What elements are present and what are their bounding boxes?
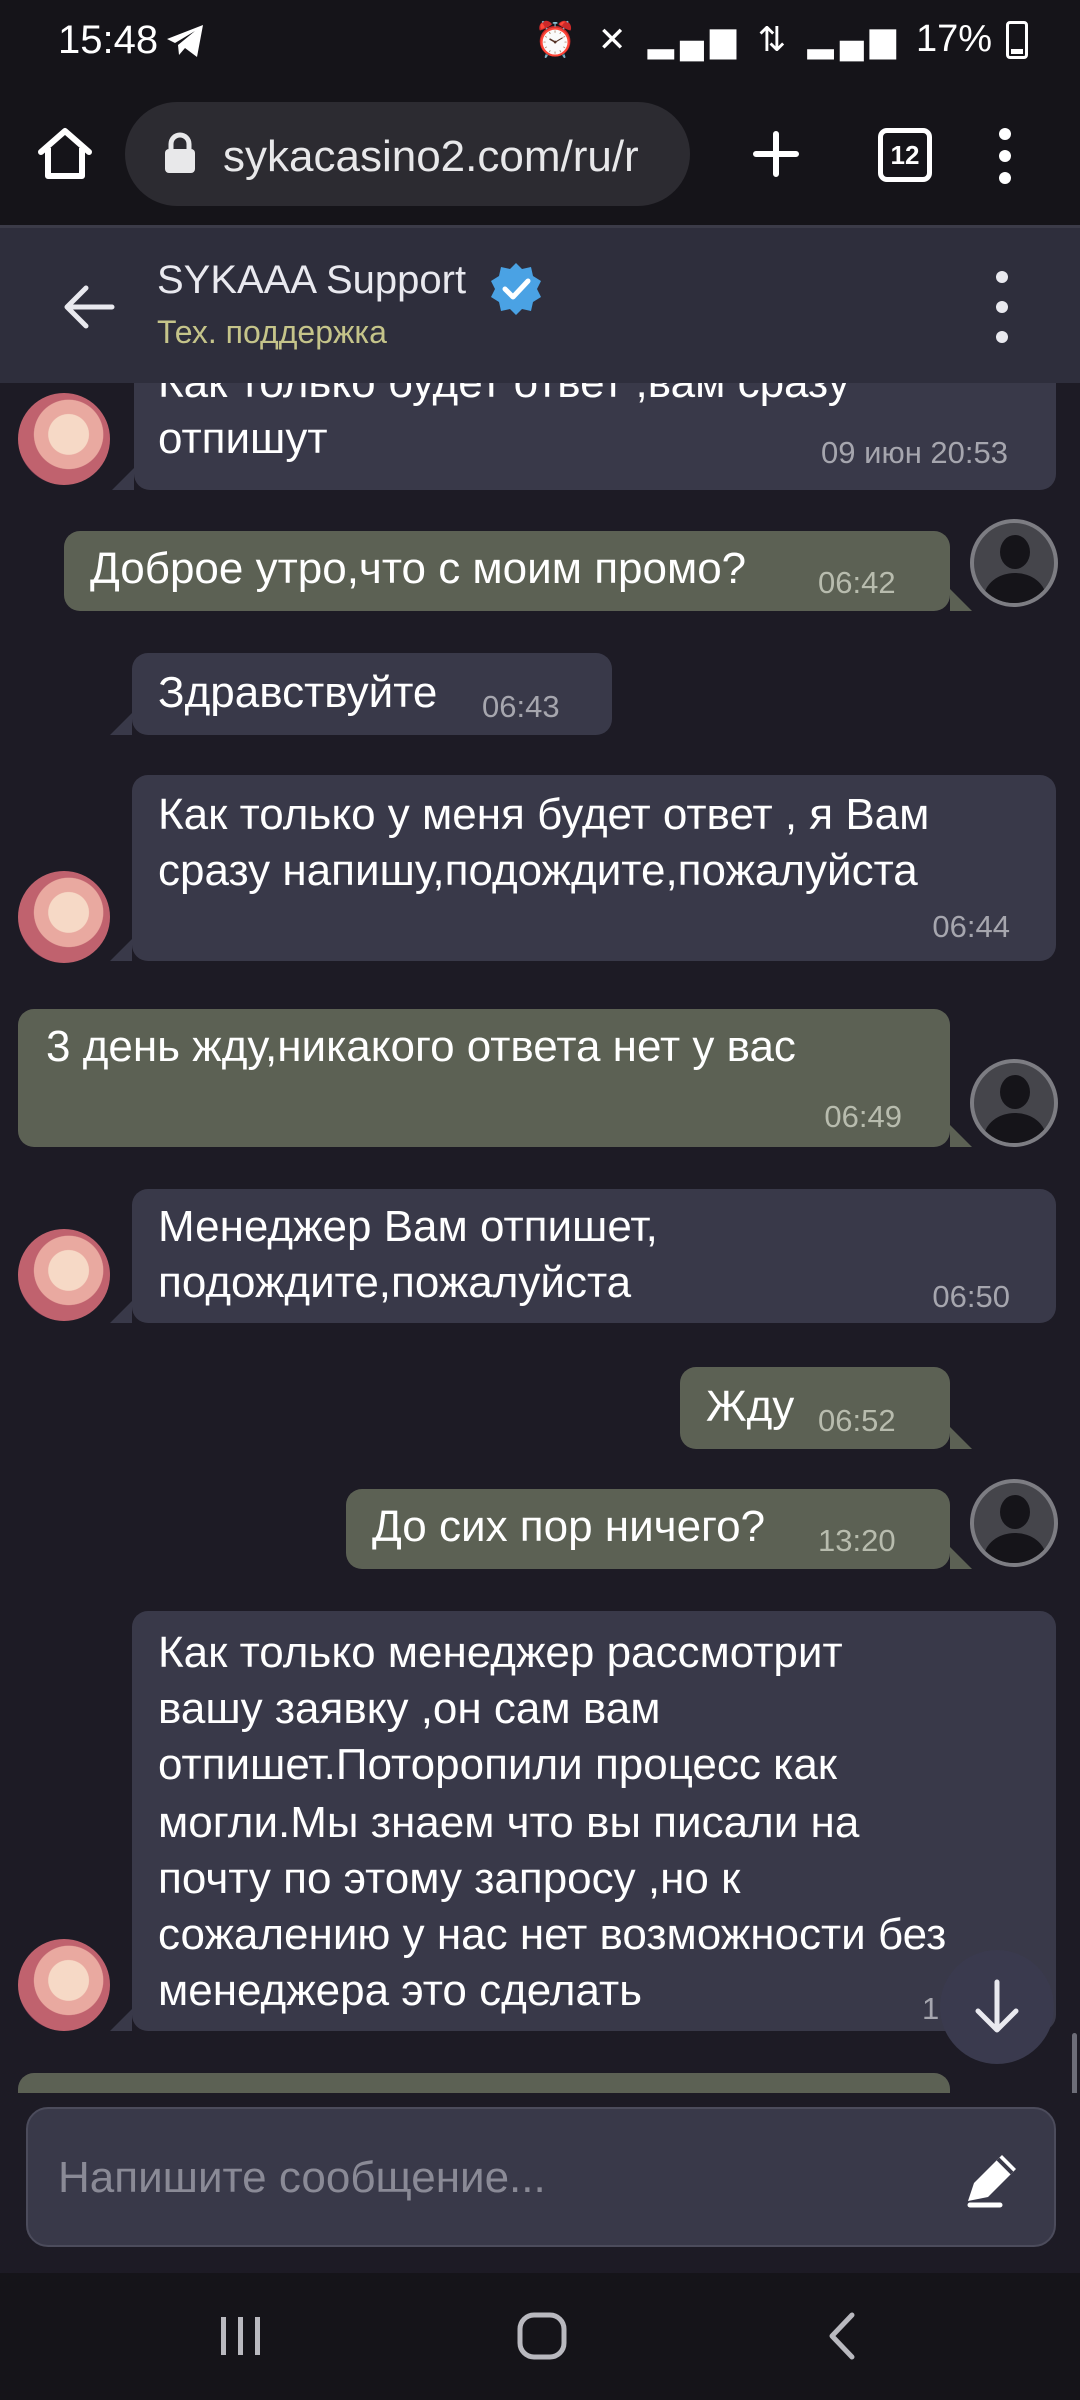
- message-user: Доброе утро,что с моим промо? 06:42: [64, 531, 972, 611]
- message-text: сразу напишу,подождите,пожалуйста: [158, 846, 918, 895]
- home-nav-icon[interactable]: [516, 2311, 568, 2361]
- chat-title: SYKAAA Support: [157, 258, 467, 302]
- message-agent: Как только менеджер рассмотрит вашу заяв…: [110, 1611, 1056, 2031]
- browser-toolbar: sykacasino2.com/ru/r 12: [0, 90, 1080, 225]
- chat-subtitle: Тех. поддержка: [157, 314, 387, 350]
- message-time: 1: [922, 1991, 940, 2026]
- message-text: менеджера это сделать: [158, 1966, 643, 2015]
- message-input[interactable]: [56, 2147, 940, 2209]
- chat-header: SYKAAA Support Тех. поддержка: [0, 225, 1080, 383]
- message-agent: Как только будет ответ ,вам сразу отпишу…: [112, 383, 1056, 490]
- message-time: 06:42: [818, 565, 896, 600]
- message-text: подождите,пожалуйста: [158, 1258, 632, 1307]
- message-time: 06:49: [824, 1099, 902, 1134]
- message-agent: Менеджер Вам отпишет, подождите,пожалуйс…: [110, 1189, 1056, 1323]
- message-text: могли.Мы знаем что вы писали на: [158, 1798, 860, 1847]
- message-user: Жду 06:52: [680, 1367, 972, 1449]
- scroll-to-bottom-button[interactable]: [940, 1950, 1054, 2064]
- recent-apps-icon[interactable]: [218, 2315, 264, 2357]
- telegram-icon: [167, 25, 203, 57]
- message-text: Менеджер Вам отпишет,: [158, 1202, 658, 1251]
- home-icon[interactable]: [36, 126, 94, 182]
- battery-icon: [1006, 20, 1028, 59]
- chat-scrollbar[interactable]: [1072, 2033, 1077, 2093]
- back-arrow-icon[interactable]: [62, 284, 116, 330]
- android-nav-bar: [0, 2273, 1080, 2400]
- status-time: 15:48: [58, 18, 159, 62]
- agent-avatar: [18, 871, 110, 963]
- message-time: 06:43: [482, 689, 560, 724]
- message-text: отпишут: [158, 414, 328, 463]
- url-text: sykacasino2.com/ru/r: [223, 132, 639, 181]
- message-user: До сих пор ничего? 13:20: [346, 1489, 972, 1569]
- message-agent: Здравствуйте 06:43: [110, 653, 612, 735]
- battery-percent: 17%: [915, 18, 992, 60]
- message-user: [18, 2073, 950, 2093]
- message-text: вашу заявку ,он сам вам: [158, 1684, 661, 1733]
- send-pen-icon[interactable]: [956, 2143, 1028, 2215]
- chat-menu-icon[interactable]: [992, 268, 1012, 346]
- verified-badge-icon: [491, 263, 541, 315]
- tab-switcher-button[interactable]: 12: [878, 128, 932, 182]
- browser-menu-icon[interactable]: [995, 126, 1015, 186]
- user-avatar: [970, 1479, 1058, 1567]
- agent-avatar: [18, 1939, 110, 2031]
- message-text: Жду: [706, 1382, 795, 1431]
- lock-icon: [165, 132, 195, 173]
- agent-avatar: [18, 393, 110, 485]
- message-text: Как только у меня будет ответ , я Вам: [158, 790, 930, 839]
- message-text: Доброе утро,что с моим промо?: [90, 544, 747, 593]
- message-time: 13:20: [818, 1523, 896, 1558]
- notification-icons: ⏰ ✕ ▂▄▆ ⇅ ▂▄▆: [534, 20, 902, 59]
- status-indicators: ⏰ ✕ ▂▄▆ ⇅ ▂▄▆ 17%: [534, 18, 1028, 61]
- message-time: 06:52: [818, 1403, 896, 1438]
- message-text: 3 день жду,никакого ответа нет у вас: [46, 1022, 796, 1071]
- message-text: Здравствуйте: [158, 668, 438, 717]
- message-text: Как только будет ответ ,вам сразу: [158, 383, 850, 411]
- new-tab-icon[interactable]: [752, 130, 800, 178]
- user-avatar: [970, 519, 1058, 607]
- agent-avatar: [18, 1229, 110, 1321]
- message-composer: [0, 2093, 1080, 2273]
- address-bar[interactable]: sykacasino2.com/ru/r: [125, 102, 690, 206]
- user-avatar: [970, 1059, 1058, 1147]
- message-text: До сих пор ничего?: [372, 1502, 766, 1551]
- arrow-down-icon: [975, 1979, 1019, 2033]
- back-nav-icon[interactable]: [824, 2311, 860, 2361]
- message-text: сожалению у нас нет возможности без: [158, 1910, 947, 1959]
- message-agent: Как только у меня будет ответ , я Вам ср…: [110, 775, 1056, 961]
- message-time: 06:44: [932, 909, 1010, 944]
- message-time: 06:50: [932, 1279, 1010, 1314]
- status-bar: 15:48 ⏰ ✕ ▂▄▆ ⇅ ▂▄▆ 17%: [0, 0, 1080, 90]
- message-time: 09 июн 20:53: [821, 435, 1008, 470]
- message-text: отпишет.Поторопили процесс как: [158, 1740, 838, 1789]
- chat-messages: Как только будет ответ ,вам сразу отпишу…: [0, 383, 1080, 2093]
- message-input-box: [26, 2107, 1056, 2247]
- message-text: почту по этому запросу ,но к: [158, 1854, 741, 1903]
- message-text: Как только менеджер рассмотрит: [158, 1628, 843, 1677]
- message-user: 3 день жду,никакого ответа нет у вас 06:…: [18, 1009, 972, 1147]
